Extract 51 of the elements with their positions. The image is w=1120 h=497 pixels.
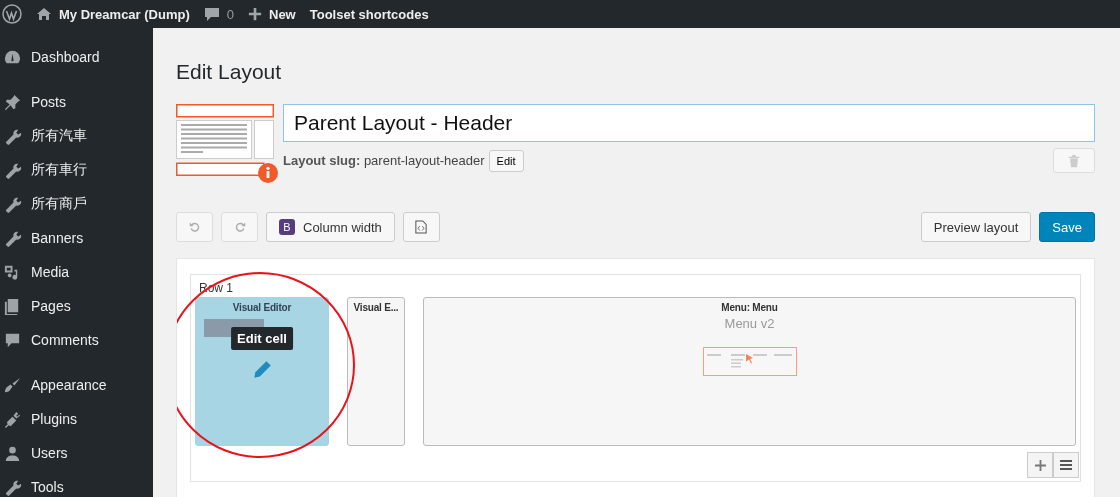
add-row-button[interactable] [1027,452,1053,478]
sidebar-item[interactable]: Users [0,436,153,470]
page-title: Edit Layout [176,60,283,84]
new-link[interactable]: New [269,6,296,22]
cell-title: Visual E... [353,302,399,313]
speech-bubble-icon [203,6,220,22]
column-width-button[interactable]: B Column width [266,212,395,242]
sidebar-item[interactable]: Comments [0,323,153,357]
cell-title: Menu: Menu [721,302,778,313]
edit-cell-tooltip: Edit cell [231,327,293,350]
pushpin-icon [3,92,22,112]
sidebar-item[interactable]: Appearance [0,368,153,402]
undo-icon [188,221,201,233]
sidebar-item[interactable]: Pages [0,289,153,323]
plug-icon [3,409,22,429]
layout-cell[interactable]: Visual Editor Edit cell [195,297,329,446]
code-file-button[interactable] [402,212,440,242]
cell-subtitle: Menu v2 [724,316,775,331]
sidebar-item[interactable]: 所有商戶 [0,187,153,221]
toolset-shortcodes-link[interactable]: Toolset shortcodes [309,6,429,22]
bootstrap-badge: B [279,219,295,235]
cell-title: Visual Editor [232,302,292,313]
sidebar-item[interactable]: Media [0,255,153,289]
circle-logo-icon[interactable] [2,4,22,24]
sidebar-item[interactable]: Tools [0,470,153,497]
layout-slug-text: Layout slug: parent-layout-header [283,153,485,168]
code-file-icon [415,220,428,234]
sidebar-item[interactable]: Posts [0,85,153,119]
plus-icon [248,7,262,21]
sidebar-item[interactable]: 所有汽車 [0,119,153,153]
layout-cell[interactable]: Menu: Menu Menu v2 [423,297,1076,446]
pencil-icon[interactable] [251,359,273,381]
sidebar-item[interactable]: 所有車行 [0,153,153,187]
sidebar-item[interactable]: Dashboard [0,40,153,74]
plus-icon [1034,459,1046,471]
home-icon [36,6,52,22]
info-icon[interactable] [258,163,278,183]
comments-count[interactable]: 0 [226,6,234,22]
menu-icon [1060,459,1072,471]
redo-icon [233,221,246,233]
layout-name-field[interactable]: Parent Layout - Header [283,104,1095,142]
sidebar-item[interactable]: Banners [0,221,153,255]
site-name-link[interactable]: My Dreamcar (Dump) [59,6,190,22]
brush-icon [3,375,22,395]
save-button[interactable]: Save [1039,212,1095,242]
row-menu-button[interactable] [1053,452,1079,478]
sidebar-item[interactable]: Plugins [0,402,153,436]
edit-slug-button[interactable]: Edit [488,149,524,172]
layout-cell[interactable]: Visual E... [347,297,405,446]
trash-icon [1067,153,1081,168]
preview-layout-button[interactable]: Preview layout [920,212,1032,242]
